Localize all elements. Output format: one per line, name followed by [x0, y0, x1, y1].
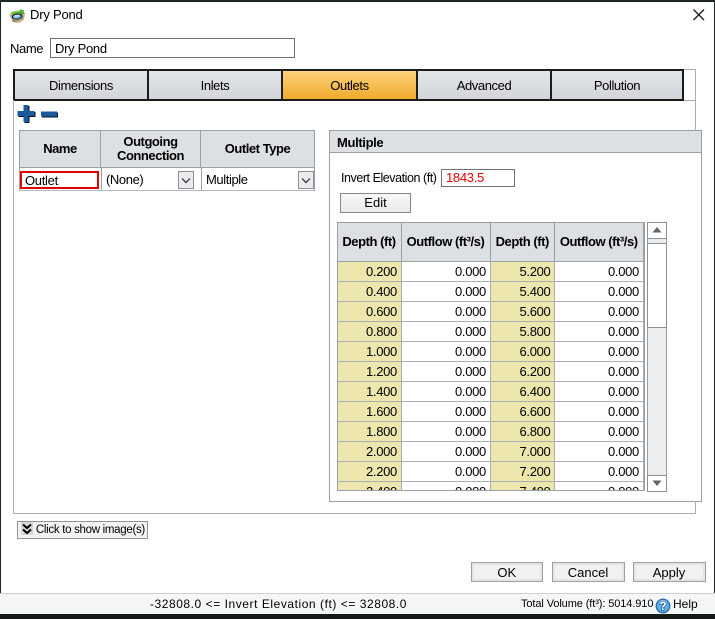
- svg-text:?: ?: [659, 601, 666, 613]
